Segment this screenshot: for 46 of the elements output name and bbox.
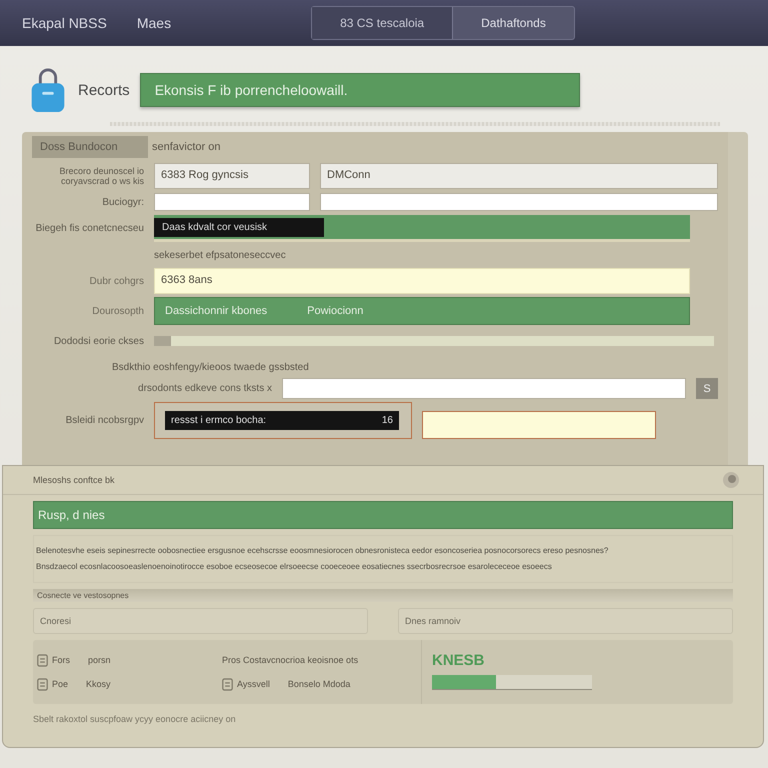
status-label: KNESB [432,652,486,669]
note-text: Cosnecte ve vestosopnes [37,591,129,600]
input-field[interactable]: DMConn [320,163,718,189]
field-label: Bsleidi ncobsrgpv [64,415,144,426]
field-label: drsodonts edkeve cons tksts x [137,383,272,394]
field-label: Dododsi eorie ckses [52,336,144,346]
input-field[interactable]: Dnes ramnoiv [398,608,733,634]
panel-title: Mlesoshs conftce bk [33,475,115,485]
option-label: Fors [52,655,70,665]
field-label: Dourosopth [91,306,144,316]
paragraph: Bnsdzaecol ecosnlacoosoeaslenoenoinotirocce esoboe ecseosecoe elrsoeecse cooeceoee eosatiecnes ssecrbosrecrsoe esarolececeoe esoeecs [36,562,553,572]
option-value: porsn [88,655,111,665]
input-field[interactable]: ressst i ermco bocha: 16 [165,411,399,430]
page-title: Recorts [78,82,130,98]
footer-text: Sbelt rakoxtol suscpfoaw ycyy eonocre aciicney on [33,714,237,724]
input-field[interactable] [320,193,718,211]
caption: sekeserbet efpsatoneseccvec [154,250,286,260]
round-icon[interactable] [721,470,741,490]
field-label: Biegeh fis conetcnecseu [34,223,144,234]
app-name: Ekapal NBSS [22,15,107,31]
menu-item[interactable]: Maes [136,15,172,31]
field-label: Brecoro deunoscel io coryavscrad o ws kis [58,166,144,186]
box-icon [222,678,233,690]
option-value: Kkosy [86,679,111,689]
field-label: Buciogyr: [101,196,144,208]
input-field[interactable]: Cnoresi [33,608,368,634]
input-field[interactable]: 6383 Rog gyncsis [154,163,310,189]
tooltip: Daas kdvalt cor veusisk [154,218,324,236]
tab[interactable]: Dathaftonds [452,7,574,39]
option-value: Bonselo Mdoda [288,679,350,689]
section-header: Rusp, d nies [33,501,733,529]
option-label: Pros Costavcnocrioa keoisnoe ots [222,655,358,665]
slider-track[interactable] [154,336,714,346]
paragraph: Belenotesvhe eseis sepinesrrecte oobosnectiee ersgusnoe ecehscrsse eoosmnesiorocen obnesronisteca eedor esoncoseriea posnocorsorecs ereso pesnosnes? [36,546,610,556]
input-field[interactable] [154,193,310,211]
tab[interactable]: 83 CS tescaloia [312,7,452,39]
field-label: Dubr cohgrs [88,276,144,286]
caption: Bsdkthio eoshfengy/kieoos twaede gssbsted [112,362,309,373]
banner: Ekonsis F ib porrencheloowaill. [140,73,580,107]
option-label: Ayssvell [237,679,270,689]
box-icon [37,678,48,690]
input-field[interactable] [282,378,686,399]
panel-subtitle: senfavictor on [152,141,220,153]
input-field[interactable]: 6363 8ans [154,268,690,294]
box-icon [37,654,48,666]
option-label: Poe [52,679,68,689]
